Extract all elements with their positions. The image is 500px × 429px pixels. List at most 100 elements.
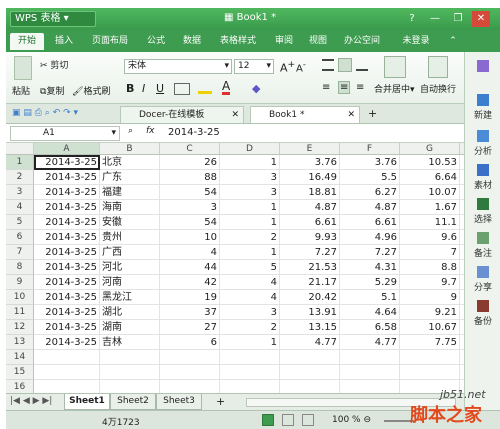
side-share-button[interactable]: 分享 [465,266,500,293]
grid-cell[interactable] [400,365,460,380]
column-header[interactable]: H [460,143,464,155]
quick-style-icon[interactable] [465,60,500,74]
decrease-font-icon[interactable]: A- [296,59,306,74]
grid-cell[interactable]: 5.1 [340,290,400,305]
grid-cell[interactable]: 北京 [100,155,160,170]
quick-access-toolbar[interactable]: ▣ ▤ ⎙ ⌕ ↶ ↷ ▾ [12,108,78,118]
clear-format-icon[interactable]: ◆ [252,82,260,95]
sheet-tab-2[interactable]: Sheet2 [110,394,156,410]
align-top-icon[interactable] [322,59,334,71]
grid-cell[interactable] [460,200,464,215]
grid-cell[interactable]: 3.76 [340,155,400,170]
row-header[interactable]: 10 [6,290,34,305]
row-header[interactable]: 15 [6,365,34,380]
border-icon[interactable] [174,83,190,95]
bold-icon[interactable]: B [126,82,134,95]
underline-icon[interactable]: U [156,82,164,95]
grid-cell[interactable] [400,350,460,365]
grid-cell[interactable]: 安徽 [100,215,160,230]
row-header[interactable]: 3 [6,185,34,200]
close-button[interactable]: ✕ [472,11,490,27]
tab-data[interactable]: 数据 [178,33,206,50]
grid-cell[interactable]: 4.64 [340,305,400,320]
column-header[interactable]: F [340,143,400,155]
sheet-tab-1[interactable]: Sheet1 [64,394,110,410]
grid-cell[interactable]: 福建 [100,185,160,200]
grid-cell[interactable]: 4.77 [340,335,400,350]
grid-cell[interactable]: 2 [220,230,280,245]
grid-cell[interactable]: 2014-3-25 [34,260,100,275]
grid-cell[interactable] [340,350,400,365]
grid-cell[interactable]: 4.87 [340,200,400,215]
grid-cell[interactable]: 3 [220,170,280,185]
tab-office-space[interactable]: 办公空间 [338,33,386,50]
grid-cell[interactable]: 1 [220,215,280,230]
formula-input[interactable]: 2014-3-25 [168,126,460,141]
grid-cell[interactable]: 16.49 [280,170,340,185]
grid-cell[interactable]: 21.17 [280,275,340,290]
grid-cell[interactable]: 广西 [100,245,160,260]
grid-cell[interactable] [340,365,400,380]
tab-insert[interactable]: 插入 [50,33,78,50]
grid-cell[interactable]: 19 [160,290,220,305]
grid-cell[interactable] [160,380,220,393]
align-right-icon[interactable]: ≡ [356,82,364,93]
grid-cell[interactable]: 42 [160,275,220,290]
merge-center-icon[interactable] [384,56,406,78]
grid-cell[interactable] [160,350,220,365]
grid-cell[interactable]: 10.07 [400,185,460,200]
grid-cell[interactable]: 2014-3-25 [34,305,100,320]
side-new-button[interactable]: 新建 [465,94,500,121]
copy-button[interactable]: ⧉复制 [40,84,64,97]
page-layout-view-icon[interactable] [282,414,294,426]
paste-button[interactable]: 粘贴 [12,84,30,97]
grid-cell[interactable] [34,350,100,365]
font-size-select[interactable]: 12 ▾ [234,59,274,74]
grid-cell[interactable]: 10.53 [400,155,460,170]
row-header[interactable]: 9 [6,275,34,290]
zoom-formula-icon[interactable]: ⌕ [128,126,133,136]
grid-cell[interactable] [460,275,464,290]
grid-cell[interactable]: 河南 [100,275,160,290]
normal-view-icon[interactable] [262,414,274,426]
side-analyze-button[interactable]: 分析 [465,130,500,157]
tab-table-style[interactable]: 表格样式 [214,33,262,50]
grid-cell[interactable] [34,365,100,380]
grid-cell[interactable]: 6.61 [280,215,340,230]
grid-cell[interactable] [280,350,340,365]
new-tab-button[interactable]: + [368,107,377,120]
tab-page-layout[interactable]: 页面布局 [86,33,134,50]
side-material-button[interactable]: 素材 [465,164,500,191]
active-cell[interactable]: 2014-3-25 [34,155,100,170]
grid-cell[interactable] [100,380,160,393]
grid-cell[interactable]: 5.29 [340,275,400,290]
grid-cell[interactable] [460,245,464,260]
grid-cell[interactable]: 2014-3-25 [34,290,100,305]
grid-cell[interactable]: 44 [160,260,220,275]
zoom-level[interactable]: 100 % ⊖ [332,415,371,425]
grid-cell[interactable]: 2 [220,320,280,335]
row-header[interactable]: 12 [6,320,34,335]
grid-cell[interactable]: 3 [160,200,220,215]
help-button[interactable]: ? [403,11,421,27]
close-icon[interactable]: ✕ [347,107,355,123]
grid-cell[interactable]: 2014-3-25 [34,320,100,335]
grid-cell[interactable] [220,350,280,365]
grid-cell[interactable] [100,365,160,380]
grid-cell[interactable]: 4.87 [280,200,340,215]
grid-cell[interactable]: 54 [160,185,220,200]
grid-cell[interactable]: 5 [220,260,280,275]
row-header[interactable]: 14 [6,350,34,365]
grid-cell[interactable] [280,365,340,380]
row-header[interactable]: 11 [6,305,34,320]
grid-cell[interactable]: 26 [160,155,220,170]
close-icon[interactable]: ✕ [231,107,239,123]
grid-cell[interactable] [460,290,464,305]
align-center-icon[interactable]: ≡ [338,81,351,94]
grid-cell[interactable]: 11.1 [400,215,460,230]
grid-cell[interactable]: 1 [220,335,280,350]
fill-color-icon[interactable] [198,82,212,94]
row-header[interactable]: 2 [6,170,34,185]
side-backup-button[interactable]: 备份 [465,300,500,327]
column-header[interactable]: C [160,143,220,155]
